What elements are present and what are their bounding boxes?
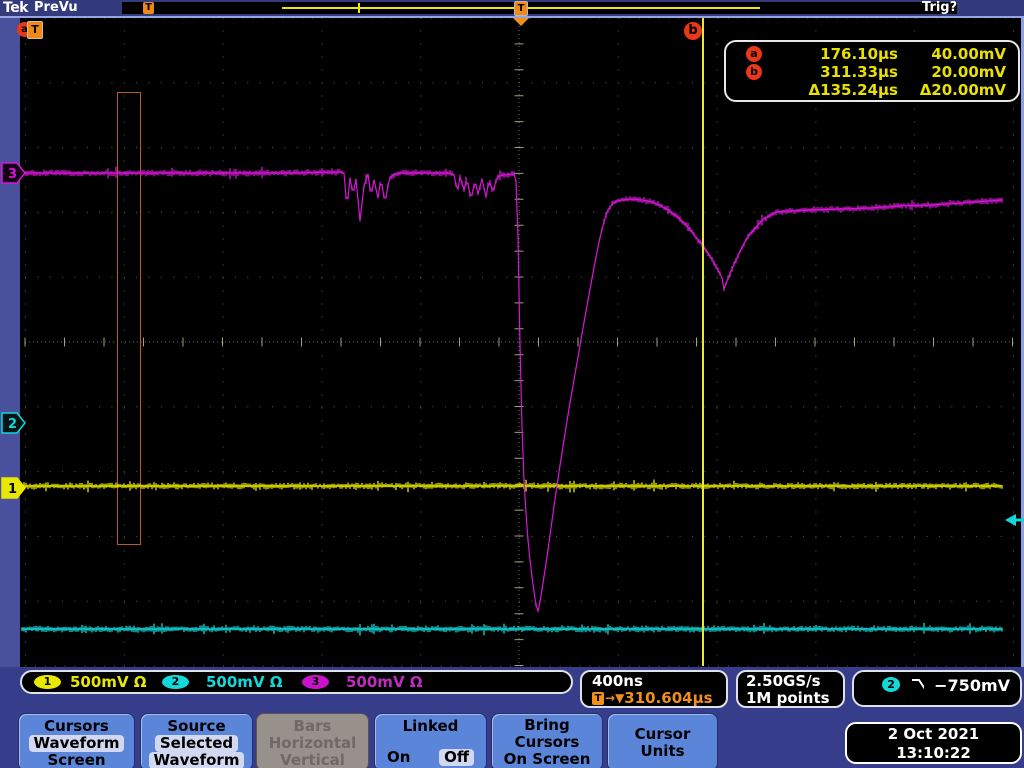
date-label: 2 Oct 2021 [887, 725, 980, 743]
option-horizontal: Horizontal [268, 734, 357, 752]
menu-button-bring-cursors[interactable]: Bring Cursors On Screen [491, 713, 603, 768]
tek-logo: Tek [3, 0, 29, 16]
option-screen[interactable]: Screen [19, 752, 134, 768]
option-vertical: Vertical [280, 751, 345, 768]
falling-edge-icon [912, 679, 925, 690]
cursor-delta-row: Δ135.24µs Δ20.00mV [746, 81, 1006, 99]
acquisition-box[interactable]: 2.50GS/s 1M points [736, 670, 845, 708]
record-trigger-t-icon[interactable]: T [143, 2, 154, 14]
svg-text:1: 1 [8, 482, 17, 497]
option-waveform[interactable]: Waveform [28, 735, 125, 752]
datetime-box: 2 Oct 2021 13:10:22 [845, 722, 1022, 764]
cursor-a-voltage: 40.00mV [931, 45, 1006, 63]
cursor-readout-box: a 176.10µs 40.00mV b 311.33µs 20.00mV Δ1… [724, 40, 1020, 102]
menu-button-cursor-units[interactable]: Cursor Units [607, 713, 718, 768]
menu-button-linked[interactable]: Linked On Off [374, 713, 487, 768]
channel-2-badge[interactable]: 2 [162, 675, 189, 689]
cursor-delta-voltage: Δ20.00mV [919, 81, 1006, 99]
cursor-b-voltage: 20.00mV [931, 63, 1006, 81]
trigger-offscreen-t-icon[interactable]: T [27, 21, 43, 39]
cursor-a-badge: a [746, 46, 762, 62]
menu-button-cursors[interactable]: Cursors Waveform Screen [18, 713, 135, 768]
cursor-b-row: b 311.33µs 20.00mV [746, 63, 1006, 81]
cursor-a-row: a 176.10µs 40.00mV [746, 45, 1006, 63]
record-cursor-tick [358, 3, 360, 13]
channel-scale-box[interactable]: 1 500mV Ω 2 500mV Ω 3 500mV Ω [20, 670, 573, 694]
cursor-a-time: 176.10µs [820, 45, 898, 63]
svg-text:3: 3 [8, 167, 17, 182]
sample-rate: 2.50GS/s [746, 672, 821, 690]
cursor-delta-time: Δ135.24µs [808, 81, 898, 99]
channel-1-marker-icon[interactable]: 1 [1, 477, 27, 499]
delay-readout: T → ▼ 310.604µs [592, 690, 726, 707]
offscreen-indicators: a T [17, 21, 45, 39]
option-on[interactable]: On [387, 749, 410, 766]
right-arrow-icon: → [605, 691, 616, 705]
option-selected[interactable]: Selected [154, 735, 239, 752]
trigger-level: −750mV [934, 676, 1010, 695]
topbar-divider [0, 16, 1024, 18]
channel-1-badge[interactable]: 1 [34, 675, 61, 689]
menu-button-bars: Bars Horizontal Vertical [256, 713, 369, 768]
acquisition-mode-label: PreVu [34, 0, 78, 15]
record-view-strip[interactable]: T T [122, 1, 957, 16]
trigger-source-badge: 2 [882, 677, 901, 692]
svg-text:2: 2 [8, 417, 17, 432]
channel-3-badge[interactable]: 3 [302, 675, 329, 689]
expansion-point-icon [512, 17, 530, 26]
cursor-b-marker-icon[interactable]: b [684, 22, 702, 40]
option-off[interactable]: Off [439, 749, 474, 766]
trigger-level-arrow-icon[interactable] [1004, 512, 1024, 528]
oscilloscope-screen: Tek PreVu T T Trig? a T b 3 2 1 a 176.10… [0, 0, 1024, 768]
record-expansion-t-icon[interactable]: T [514, 1, 528, 16]
option-waveform-2[interactable]: Waveform [148, 752, 245, 768]
down-triangle-icon: ▼ [615, 691, 625, 705]
bottom-bar: 1 500mV Ω 2 500mV Ω 3 500mV Ω 400ns T → ▼ 3… [0, 667, 1024, 768]
delay-value: 310.604µs [624, 689, 713, 707]
channel-2-marker-icon[interactable]: 2 [1, 412, 27, 434]
waveform-display [21, 17, 1014, 667]
channel-3-scale: 500mV Ω [346, 673, 423, 691]
timebase-box[interactable]: 400ns T → ▼ 310.604µs [580, 670, 728, 708]
time-label: 13:10:22 [896, 744, 971, 762]
zoom-region-rect [117, 92, 141, 545]
top-status-bar: Tek PreVu T T Trig? [0, 0, 1024, 16]
cursor-b-time: 311.33µs [820, 63, 898, 81]
cursor-b-badge: b [746, 64, 762, 80]
menu-button-source[interactable]: Source Selected Waveform [140, 713, 253, 768]
trigger-status-label: Trig? [922, 0, 958, 15]
channel-2-scale: 500mV Ω [206, 673, 283, 691]
channel-3-marker-icon[interactable]: 3 [1, 162, 27, 184]
record-length: 1M points [746, 689, 830, 707]
delay-t-icon: T [592, 692, 604, 705]
timebase-scale: 400ns [592, 672, 643, 690]
left-marker-gutter [0, 18, 20, 667]
trigger-box[interactable]: 2 −750mV [852, 670, 1022, 707]
channel-1-scale: 500mV Ω [70, 673, 147, 691]
